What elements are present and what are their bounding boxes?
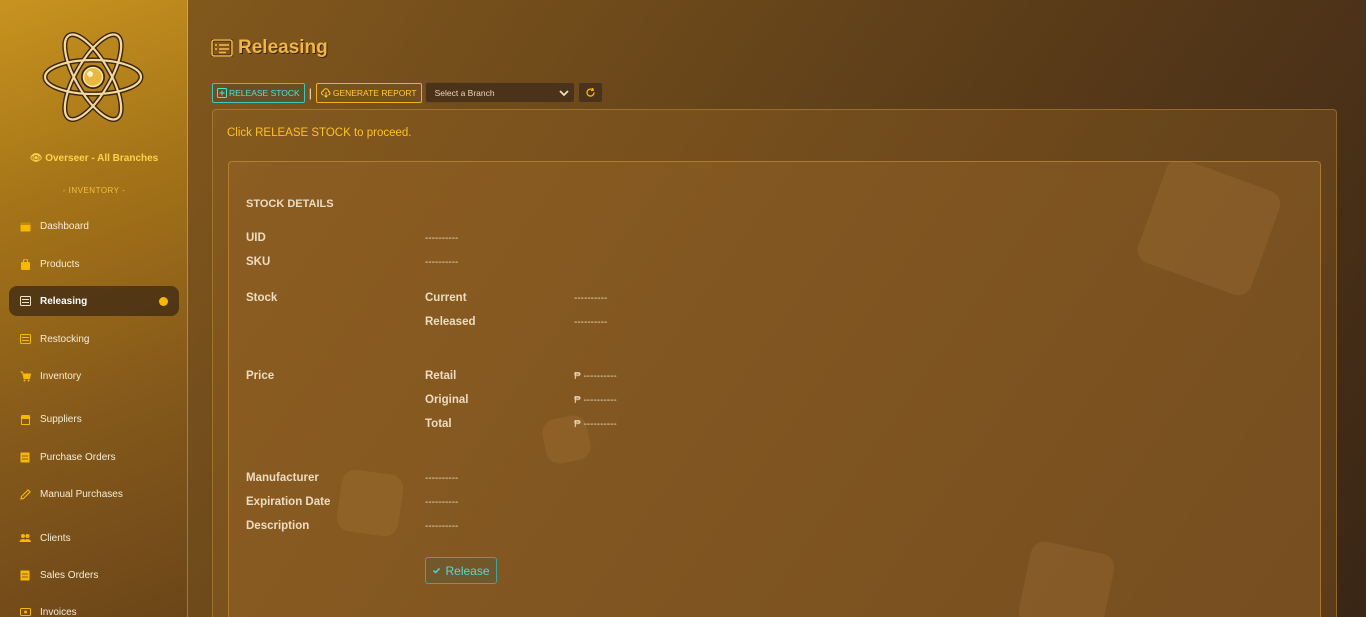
sidebar-item-label: Dashboard	[40, 220, 89, 232]
stock-details-heading: STOCK DETAILS	[246, 198, 334, 210]
sidebar-item-label: Invoices	[40, 606, 77, 617]
release-stock-label: RELEASE STOCK	[229, 87, 300, 98]
user-role-label: Overseer - All Branches	[45, 153, 159, 164]
hint-text: Click RELEASE STOCK to proceed.	[227, 127, 412, 139]
receipt-icon	[19, 451, 31, 463]
eye-icon: 👁	[29, 153, 46, 164]
pencil-icon	[19, 488, 31, 500]
total-value: ₱ ----------	[574, 419, 617, 430]
sidebar-item-manual-purchases[interactable]: Manual Purchases	[9, 479, 179, 509]
sidebar-item-label: Inventory	[40, 370, 82, 382]
toolbar-separator: |	[308, 85, 312, 100]
sidebar-item-products[interactable]: Products	[9, 249, 179, 279]
atom-logo	[42, 32, 144, 122]
page-title: Releasing	[211, 37, 328, 59]
refresh-button[interactable]	[577, 82, 603, 103]
user-role: 👁 Overseer - All Branches	[0, 153, 188, 164]
sidebar-item-label: Manual Purchases	[40, 488, 123, 500]
cart-icon	[19, 370, 31, 382]
sidebar-item-label: Releasing	[40, 295, 88, 307]
retail-label: Retail	[425, 370, 457, 382]
sidebar-item-invoices[interactable]: Invoices	[9, 597, 179, 617]
uid-value: ----------	[425, 233, 459, 244]
sidebar-item-label: Restocking	[40, 333, 90, 345]
active-indicator-dot	[159, 297, 168, 306]
released-value: ----------	[574, 317, 608, 328]
plus-box-icon	[217, 87, 227, 98]
list-card-icon	[19, 295, 31, 307]
background-decoration	[1016, 539, 1117, 617]
sidebar-item-inventory[interactable]: Inventory	[9, 361, 179, 391]
background-decoration	[334, 467, 406, 539]
description-label: Description	[246, 520, 310, 532]
cloud-download-icon	[320, 87, 331, 98]
receipt-icon	[19, 569, 31, 581]
page-title-label: Releasing	[238, 37, 328, 58]
sidebar-item-purchase-orders[interactable]: Purchase Orders	[9, 442, 179, 472]
current-label: Current	[425, 292, 467, 304]
release-button-label: Release	[445, 563, 490, 578]
release-stock-button[interactable]: RELEASE STOCK	[212, 82, 305, 103]
total-label: Total	[425, 418, 452, 430]
original-value: ₱ ----------	[574, 395, 617, 406]
current-value: ----------	[574, 293, 608, 304]
background-decoration	[1133, 162, 1285, 300]
section-heading-inventory: - INVENTORY -	[62, 186, 126, 195]
manufacturer-value: ----------	[425, 473, 459, 484]
original-label: Original	[425, 394, 469, 406]
sidebar: 👁 Overseer - All Branches - INVENTORY - …	[0, 0, 188, 617]
list-card-icon	[211, 39, 233, 57]
branch-select[interactable]: Select a Branch	[424, 82, 575, 103]
refresh-icon	[586, 87, 595, 97]
check-icon	[433, 567, 441, 574]
chevron-down-icon	[558, 90, 569, 97]
uid-label: UID	[246, 232, 266, 244]
sku-value: ----------	[425, 257, 459, 268]
sidebar-item-clients[interactable]: Clients	[9, 523, 179, 553]
expiration-date-label: Expiration Date	[246, 496, 331, 508]
calendar-icon	[19, 220, 31, 232]
generate-report-label: GENERATE REPORT	[332, 87, 417, 98]
bag-icon	[19, 258, 31, 270]
sku-label: SKU	[246, 256, 271, 268]
description-value: ----------	[425, 521, 459, 532]
expiration-date-value: ----------	[425, 497, 459, 508]
sidebar-item-label: Suppliers	[40, 413, 82, 425]
generate-report-button[interactable]: GENERATE REPORT	[315, 82, 422, 103]
sidebar-item-releasing[interactable]: Releasing	[9, 286, 179, 316]
branch-select-value: Select a Branch	[434, 87, 495, 98]
sidebar-item-label: Sales Orders	[40, 569, 99, 581]
release-button[interactable]: Release	[425, 557, 497, 584]
sidebar-item-restocking[interactable]: Restocking	[9, 324, 179, 354]
sidebar-item-label: Products	[40, 258, 80, 270]
users-icon	[19, 532, 31, 544]
price-label: Price	[246, 370, 275, 382]
list-icon	[19, 333, 31, 345]
released-label: Released	[425, 316, 476, 328]
toolbar: RELEASE STOCK | GENERATE REPORT Select a…	[212, 82, 603, 103]
stock-details-card	[228, 161, 1321, 617]
sidebar-item-label: Purchase Orders	[40, 451, 116, 463]
sidebar-item-sales-orders[interactable]: Sales Orders	[9, 560, 179, 590]
sidebar-item-label: Clients	[40, 532, 71, 544]
sidebar-item-suppliers[interactable]: Suppliers	[9, 404, 179, 434]
retail-value: ₱ ----------	[574, 371, 617, 382]
stock-label: Stock	[246, 292, 278, 304]
money-icon	[19, 606, 31, 617]
manufacturer-label: Manufacturer	[246, 472, 319, 484]
store-icon	[19, 413, 31, 425]
sidebar-item-dashboard[interactable]: Dashboard	[9, 211, 179, 241]
